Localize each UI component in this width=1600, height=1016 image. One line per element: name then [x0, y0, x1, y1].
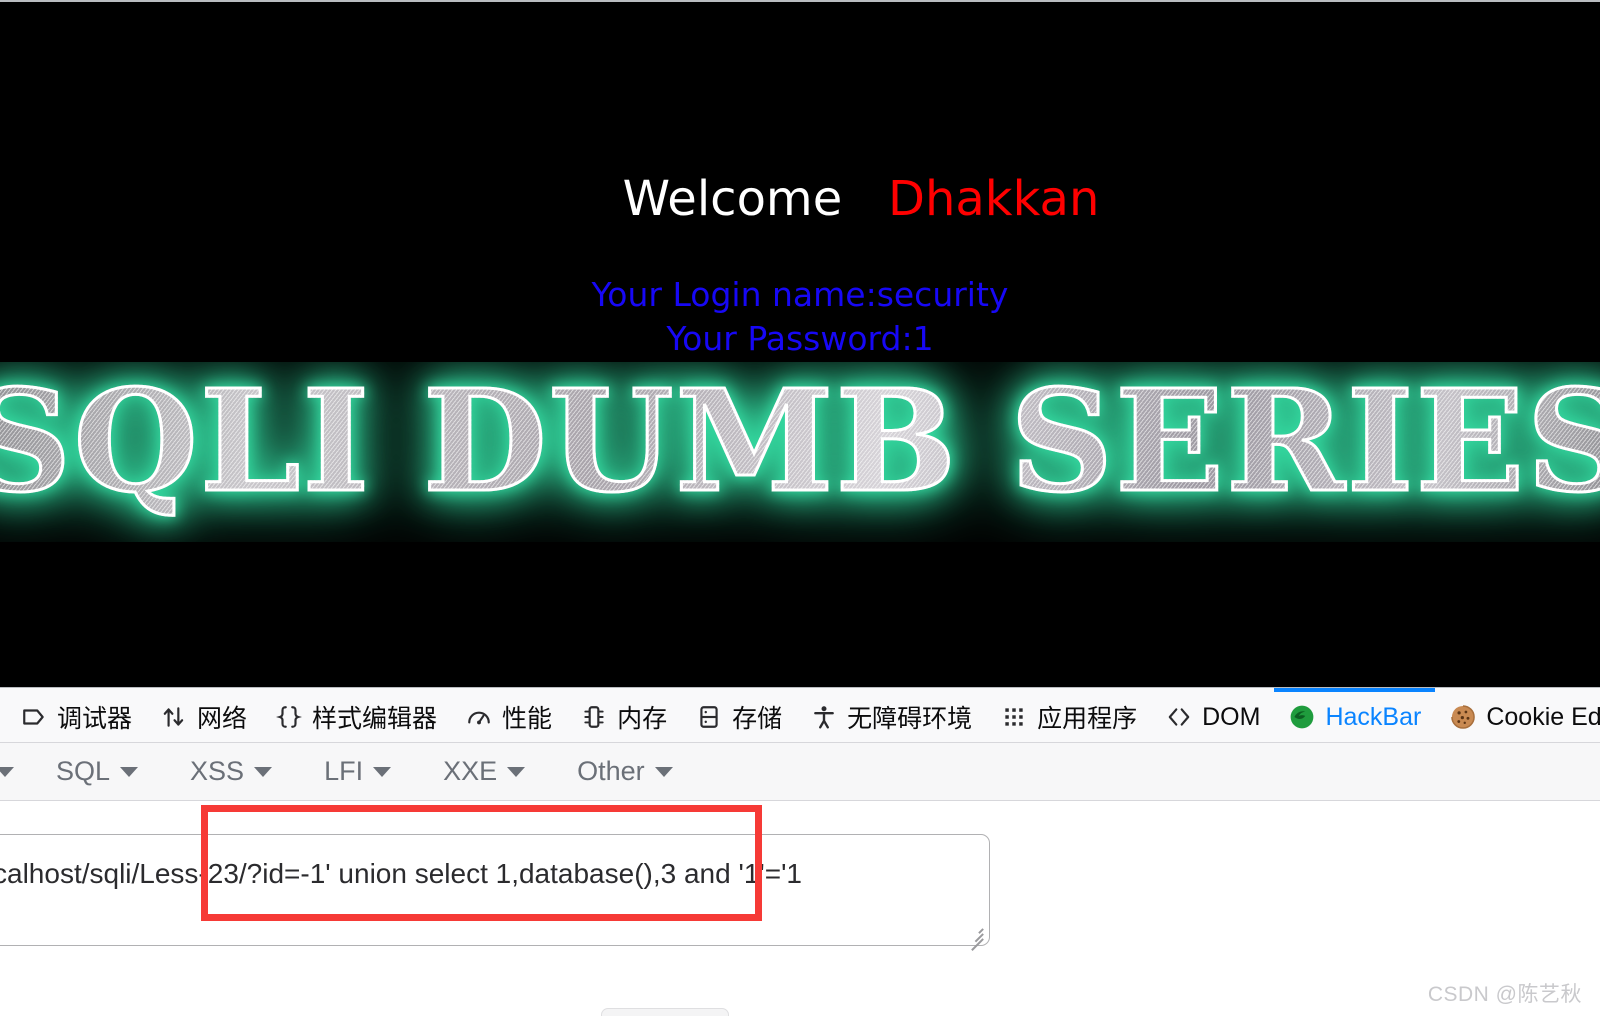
network-arrows-icon	[160, 703, 188, 731]
tab-storage[interactable]: 存储	[681, 688, 796, 742]
chevron-down-icon	[0, 766, 14, 777]
welcome-word: Welcome	[622, 171, 843, 228]
hackbar-menu-row: SQL XSS LFI XXE Other	[0, 743, 1600, 801]
sqli-dumb-series-banner: SQLI DUMB SERIES SQLI DUMB SERIES	[0, 362, 1600, 542]
debugger-tag-icon	[20, 703, 48, 731]
url-input[interactable]	[0, 834, 990, 946]
tab-label: HackBar	[1325, 702, 1422, 731]
tab-label: 内存	[617, 705, 668, 733]
tab-label: Cookie Editor	[1486, 702, 1600, 731]
screenshot-root: Welcome Dhakkan Your Login name:security…	[0, 0, 1600, 1016]
sqli-lab-page: Welcome Dhakkan Your Login name:security…	[0, 0, 1600, 687]
hackbar-menu-label: SQL	[56, 756, 111, 786]
tab-label: 无障碍环境	[847, 705, 973, 733]
tab-dom[interactable]: DOM	[1151, 688, 1274, 742]
tab-network[interactable]: 网络	[146, 688, 261, 742]
welcome-block: Welcome Dhakkan Your Login name:security…	[0, 124, 1600, 358]
hackbar-menu-label: XSS	[190, 756, 245, 786]
tab-debugger[interactable]: 调试器	[6, 688, 146, 742]
application-grid-icon	[1000, 703, 1028, 731]
welcome-heading: Welcome Dhakkan	[0, 124, 1600, 275]
login-name-line: Your Login name:security	[591, 275, 1009, 315]
tab-label: 样式编辑器	[312, 705, 438, 733]
cookie-icon	[1449, 703, 1477, 731]
devtools-tabbar: 调试器 网络 样式编辑器 性能 内存 存储 无障碍环境 应用程序 DOM Hac…	[0, 688, 1600, 743]
hackbar-menu-xss[interactable]: XSS	[164, 756, 298, 787]
tab-application[interactable]: 应用程序	[986, 688, 1151, 742]
hackbar-body	[0, 801, 1600, 1016]
hackbar-menu-other[interactable]: Other	[551, 756, 699, 787]
performance-gauge-icon	[465, 703, 493, 731]
storage-database-icon	[695, 703, 723, 731]
style-editor-braces-icon	[275, 703, 303, 731]
chevron-down-icon	[654, 766, 673, 777]
tab-label: 调试器	[57, 705, 133, 733]
dom-code-brackets-icon	[1165, 703, 1193, 731]
tab-memory[interactable]: 内存	[566, 688, 681, 742]
tab-style-editor[interactable]: 样式编辑器	[261, 688, 451, 742]
tab-label: 网络	[197, 705, 248, 733]
hackbar-green-orb-icon	[1288, 703, 1316, 731]
hackbar-menu-clipped[interactable]	[0, 766, 30, 777]
hackbar-menu-label: LFI	[324, 756, 364, 786]
execute-button[interactable]	[601, 1008, 729, 1016]
chevron-down-icon	[507, 766, 526, 777]
chevron-down-icon	[373, 766, 392, 777]
user-word: Dhakkan	[888, 171, 1100, 228]
hackbar-menu-xxe[interactable]: XXE	[417, 756, 551, 787]
tab-label: 性能	[502, 705, 553, 733]
memory-chip-icon	[580, 703, 608, 731]
tab-cookie-editor[interactable]: Cookie Editor	[1435, 688, 1600, 742]
tab-label: 存储	[732, 705, 783, 733]
tab-label: DOM	[1202, 702, 1261, 731]
hackbar-menu-sql[interactable]: SQL	[30, 756, 164, 787]
chevron-down-icon	[254, 766, 273, 777]
hackbar-menu-label: XXE	[443, 756, 498, 786]
accessibility-person-icon	[810, 703, 838, 731]
tab-hackbar[interactable]: HackBar	[1274, 688, 1436, 742]
hackbar-menu-lfi[interactable]: LFI	[298, 756, 417, 787]
tab-label: 应用程序	[1037, 705, 1138, 733]
password-line: Your Password:1	[666, 318, 934, 358]
tab-performance[interactable]: 性能	[451, 688, 566, 742]
tab-accessibility[interactable]: 无障碍环境	[796, 688, 986, 742]
devtools-panel: 调试器 网络 样式编辑器 性能 内存 存储 无障碍环境 应用程序 DOM Hac…	[0, 687, 1600, 1016]
banner-text: SQLI DUMB SERIES	[0, 362, 1600, 524]
watermark: CSDN @陈艺秋	[1427, 983, 1582, 1006]
chevron-down-icon	[120, 766, 139, 777]
hackbar-menu-label: Other	[577, 756, 645, 786]
